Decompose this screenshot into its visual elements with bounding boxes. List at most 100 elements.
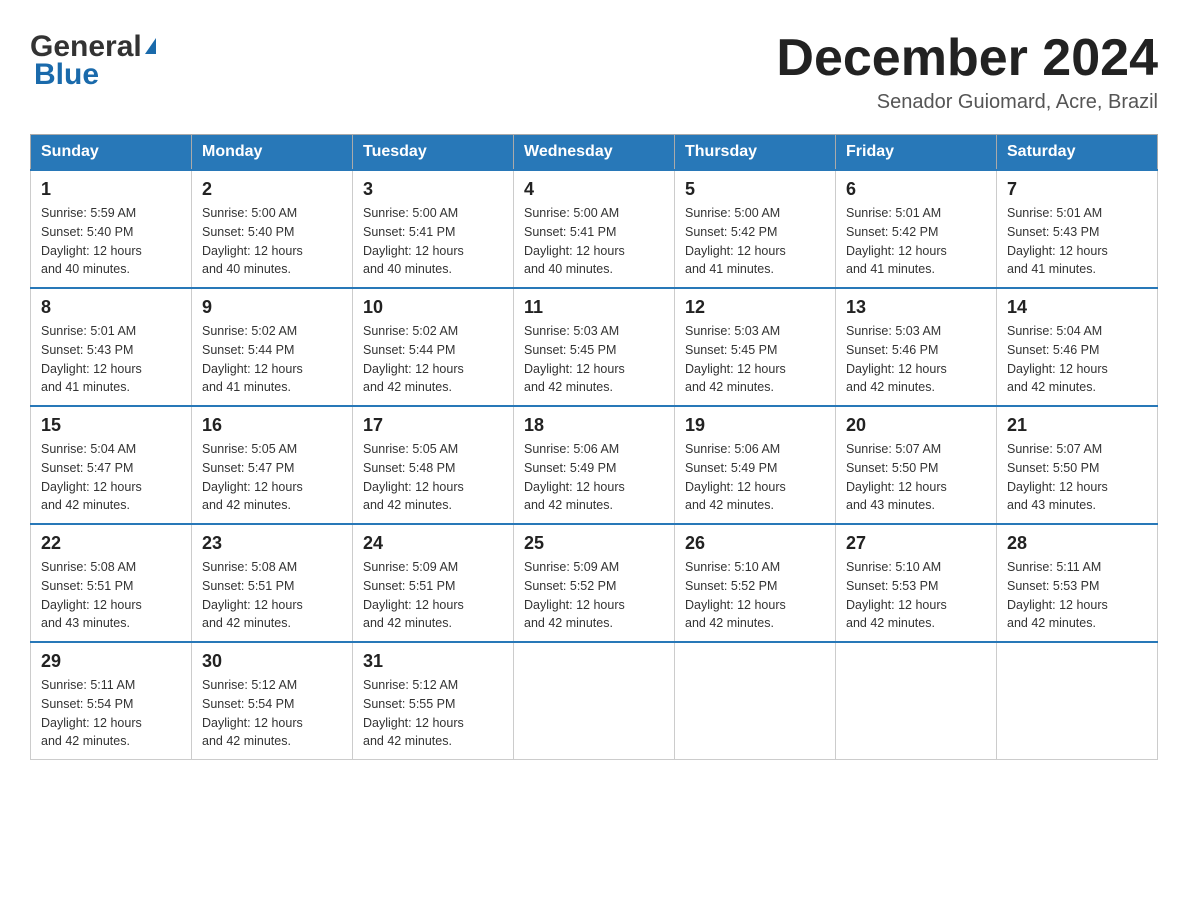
empty-cell-w4-d5: [836, 642, 997, 760]
day-cell-26: 26 Sunrise: 5:10 AM Sunset: 5:52 PM Dayl…: [675, 524, 836, 642]
col-thursday: Thursday: [675, 135, 836, 171]
day-number-5: 5: [685, 179, 825, 200]
day-number-10: 10: [363, 297, 503, 318]
day-info-20: Sunrise: 5:07 AM Sunset: 5:50 PM Dayligh…: [846, 440, 986, 515]
day-info-10: Sunrise: 5:02 AM Sunset: 5:44 PM Dayligh…: [363, 322, 503, 397]
day-number-24: 24: [363, 533, 503, 554]
day-cell-2: 2 Sunrise: 5:00 AM Sunset: 5:40 PM Dayli…: [192, 170, 353, 288]
col-friday: Friday: [836, 135, 997, 171]
title-area: December 2024 Senador Guiomard, Acre, Br…: [776, 30, 1158, 114]
day-number-6: 6: [846, 179, 986, 200]
day-number-22: 22: [41, 533, 181, 554]
day-info-1: Sunrise: 5:59 AM Sunset: 5:40 PM Dayligh…: [41, 204, 181, 279]
week-row-2: 8 Sunrise: 5:01 AM Sunset: 5:43 PM Dayli…: [31, 288, 1158, 406]
day-number-12: 12: [685, 297, 825, 318]
day-cell-23: 23 Sunrise: 5:08 AM Sunset: 5:51 PM Dayl…: [192, 524, 353, 642]
day-cell-24: 24 Sunrise: 5:09 AM Sunset: 5:51 PM Dayl…: [353, 524, 514, 642]
day-cell-5: 5 Sunrise: 5:00 AM Sunset: 5:42 PM Dayli…: [675, 170, 836, 288]
day-cell-16: 16 Sunrise: 5:05 AM Sunset: 5:47 PM Dayl…: [192, 406, 353, 524]
day-info-16: Sunrise: 5:05 AM Sunset: 5:47 PM Dayligh…: [202, 440, 342, 515]
day-cell-30: 30 Sunrise: 5:12 AM Sunset: 5:54 PM Dayl…: [192, 642, 353, 760]
day-cell-15: 15 Sunrise: 5:04 AM Sunset: 5:47 PM Dayl…: [31, 406, 192, 524]
week-row-5: 29 Sunrise: 5:11 AM Sunset: 5:54 PM Dayl…: [31, 642, 1158, 760]
day-info-17: Sunrise: 5:05 AM Sunset: 5:48 PM Dayligh…: [363, 440, 503, 515]
day-info-25: Sunrise: 5:09 AM Sunset: 5:52 PM Dayligh…: [524, 558, 664, 633]
day-number-31: 31: [363, 651, 503, 672]
day-cell-17: 17 Sunrise: 5:05 AM Sunset: 5:48 PM Dayl…: [353, 406, 514, 524]
col-wednesday: Wednesday: [514, 135, 675, 171]
day-cell-22: 22 Sunrise: 5:08 AM Sunset: 5:51 PM Dayl…: [31, 524, 192, 642]
day-number-29: 29: [41, 651, 181, 672]
page-header: General Blue December 2024 Senador Guiom…: [30, 30, 1158, 114]
day-info-13: Sunrise: 5:03 AM Sunset: 5:46 PM Dayligh…: [846, 322, 986, 397]
day-info-30: Sunrise: 5:12 AM Sunset: 5:54 PM Dayligh…: [202, 676, 342, 751]
logo-triangle-icon: [145, 38, 156, 54]
day-info-23: Sunrise: 5:08 AM Sunset: 5:51 PM Dayligh…: [202, 558, 342, 633]
day-cell-1: 1 Sunrise: 5:59 AM Sunset: 5:40 PM Dayli…: [31, 170, 192, 288]
day-info-8: Sunrise: 5:01 AM Sunset: 5:43 PM Dayligh…: [41, 322, 181, 397]
day-info-14: Sunrise: 5:04 AM Sunset: 5:46 PM Dayligh…: [1007, 322, 1147, 397]
day-cell-13: 13 Sunrise: 5:03 AM Sunset: 5:46 PM Dayl…: [836, 288, 997, 406]
empty-cell-w4-d4: [675, 642, 836, 760]
day-number-27: 27: [846, 533, 986, 554]
day-number-25: 25: [524, 533, 664, 554]
day-cell-21: 21 Sunrise: 5:07 AM Sunset: 5:50 PM Dayl…: [997, 406, 1158, 524]
day-info-18: Sunrise: 5:06 AM Sunset: 5:49 PM Dayligh…: [524, 440, 664, 515]
day-cell-19: 19 Sunrise: 5:06 AM Sunset: 5:49 PM Dayl…: [675, 406, 836, 524]
day-number-4: 4: [524, 179, 664, 200]
day-info-27: Sunrise: 5:10 AM Sunset: 5:53 PM Dayligh…: [846, 558, 986, 633]
day-cell-4: 4 Sunrise: 5:00 AM Sunset: 5:41 PM Dayli…: [514, 170, 675, 288]
day-number-3: 3: [363, 179, 503, 200]
day-info-2: Sunrise: 5:00 AM Sunset: 5:40 PM Dayligh…: [202, 204, 342, 279]
day-number-23: 23: [202, 533, 342, 554]
day-cell-18: 18 Sunrise: 5:06 AM Sunset: 5:49 PM Dayl…: [514, 406, 675, 524]
day-info-31: Sunrise: 5:12 AM Sunset: 5:55 PM Dayligh…: [363, 676, 503, 751]
day-number-2: 2: [202, 179, 342, 200]
day-info-3: Sunrise: 5:00 AM Sunset: 5:41 PM Dayligh…: [363, 204, 503, 279]
calendar-table: Sunday Monday Tuesday Wednesday Thursday…: [30, 134, 1158, 760]
col-tuesday: Tuesday: [353, 135, 514, 171]
day-cell-27: 27 Sunrise: 5:10 AM Sunset: 5:53 PM Dayl…: [836, 524, 997, 642]
day-number-17: 17: [363, 415, 503, 436]
day-cell-6: 6 Sunrise: 5:01 AM Sunset: 5:42 PM Dayli…: [836, 170, 997, 288]
day-cell-3: 3 Sunrise: 5:00 AM Sunset: 5:41 PM Dayli…: [353, 170, 514, 288]
day-info-12: Sunrise: 5:03 AM Sunset: 5:45 PM Dayligh…: [685, 322, 825, 397]
col-sunday: Sunday: [31, 135, 192, 171]
week-row-4: 22 Sunrise: 5:08 AM Sunset: 5:51 PM Dayl…: [31, 524, 1158, 642]
day-info-6: Sunrise: 5:01 AM Sunset: 5:42 PM Dayligh…: [846, 204, 986, 279]
day-info-28: Sunrise: 5:11 AM Sunset: 5:53 PM Dayligh…: [1007, 558, 1147, 633]
day-number-16: 16: [202, 415, 342, 436]
day-cell-7: 7 Sunrise: 5:01 AM Sunset: 5:43 PM Dayli…: [997, 170, 1158, 288]
day-info-9: Sunrise: 5:02 AM Sunset: 5:44 PM Dayligh…: [202, 322, 342, 397]
day-number-15: 15: [41, 415, 181, 436]
day-info-24: Sunrise: 5:09 AM Sunset: 5:51 PM Dayligh…: [363, 558, 503, 633]
week-row-1: 1 Sunrise: 5:59 AM Sunset: 5:40 PM Dayli…: [31, 170, 1158, 288]
day-number-26: 26: [685, 533, 825, 554]
day-number-11: 11: [524, 297, 664, 318]
day-info-5: Sunrise: 5:00 AM Sunset: 5:42 PM Dayligh…: [685, 204, 825, 279]
day-info-11: Sunrise: 5:03 AM Sunset: 5:45 PM Dayligh…: [524, 322, 664, 397]
day-number-30: 30: [202, 651, 342, 672]
day-info-21: Sunrise: 5:07 AM Sunset: 5:50 PM Dayligh…: [1007, 440, 1147, 515]
day-cell-12: 12 Sunrise: 5:03 AM Sunset: 5:45 PM Dayl…: [675, 288, 836, 406]
day-number-18: 18: [524, 415, 664, 436]
day-cell-8: 8 Sunrise: 5:01 AM Sunset: 5:43 PM Dayli…: [31, 288, 192, 406]
location-subtitle: Senador Guiomard, Acre, Brazil: [776, 91, 1158, 114]
day-info-29: Sunrise: 5:11 AM Sunset: 5:54 PM Dayligh…: [41, 676, 181, 751]
day-cell-20: 20 Sunrise: 5:07 AM Sunset: 5:50 PM Dayl…: [836, 406, 997, 524]
empty-cell-w4-d6: [997, 642, 1158, 760]
day-number-21: 21: [1007, 415, 1147, 436]
day-info-19: Sunrise: 5:06 AM Sunset: 5:49 PM Dayligh…: [685, 440, 825, 515]
day-info-7: Sunrise: 5:01 AM Sunset: 5:43 PM Dayligh…: [1007, 204, 1147, 279]
day-cell-31: 31 Sunrise: 5:12 AM Sunset: 5:55 PM Dayl…: [353, 642, 514, 760]
day-info-22: Sunrise: 5:08 AM Sunset: 5:51 PM Dayligh…: [41, 558, 181, 633]
day-info-15: Sunrise: 5:04 AM Sunset: 5:47 PM Dayligh…: [41, 440, 181, 515]
day-number-13: 13: [846, 297, 986, 318]
col-monday: Monday: [192, 135, 353, 171]
logo: General Blue: [30, 30, 156, 92]
day-info-26: Sunrise: 5:10 AM Sunset: 5:52 PM Dayligh…: [685, 558, 825, 633]
day-cell-29: 29 Sunrise: 5:11 AM Sunset: 5:54 PM Dayl…: [31, 642, 192, 760]
day-cell-28: 28 Sunrise: 5:11 AM Sunset: 5:53 PM Dayl…: [997, 524, 1158, 642]
day-cell-11: 11 Sunrise: 5:03 AM Sunset: 5:45 PM Dayl…: [514, 288, 675, 406]
day-number-19: 19: [685, 415, 825, 436]
